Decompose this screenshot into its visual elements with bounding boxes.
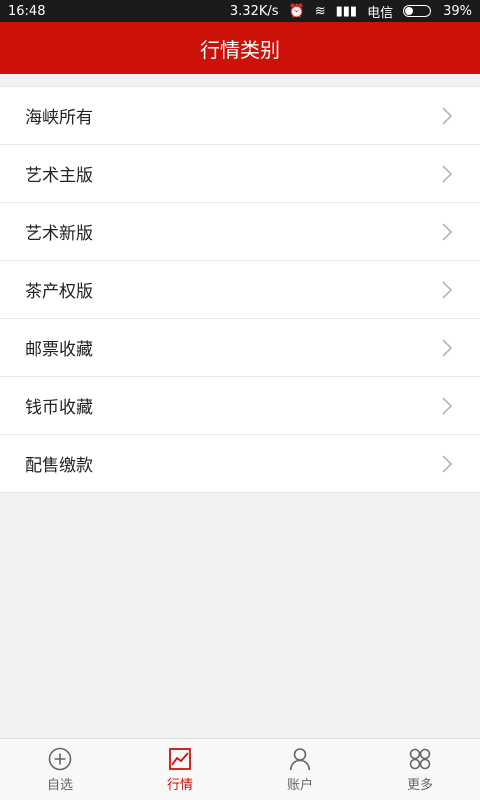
list-item-label: 艺术新版 (25, 224, 93, 244)
wifi-icon: ≋ (314, 3, 326, 19)
chevron-right-icon (442, 106, 453, 125)
tab-watchlist[interactable]: 自选 (0, 739, 120, 800)
chevron-right-icon (442, 164, 453, 183)
status-battery: 39% (443, 3, 472, 19)
chevron-right-icon (442, 338, 453, 357)
tab-more[interactable]: 更多 (360, 739, 480, 800)
grid-icon (409, 748, 431, 770)
tab-bar: 自选 行情 账户 更多 (0, 738, 480, 800)
list-item-label: 茶产权版 (25, 282, 93, 302)
tab-label: 行情 (166, 778, 193, 793)
nav-bar: 行情类别 (0, 22, 480, 74)
list-item[interactable]: 艺术主版 (0, 145, 480, 203)
alarm-icon: ⏰ (288, 3, 305, 19)
tab-label: 更多 (406, 778, 433, 793)
list-item[interactable]: 邮票收藏 (0, 319, 480, 377)
chevron-right-icon (442, 222, 453, 241)
status-bar: 16:48 3.32K/s ⏰ ≋ ▮▮▮ 电信 39% (0, 0, 480, 22)
page-title: 行情类别 (200, 37, 280, 62)
list-item-label: 邮票收藏 (25, 340, 93, 360)
chevron-right-icon (442, 396, 453, 415)
status-speed: 3.32K/s (229, 3, 279, 19)
list-item-label: 艺术主版 (25, 166, 93, 186)
list-item[interactable]: 配售缴款 (0, 435, 480, 493)
list-item-label: 配售缴款 (25, 456, 93, 476)
chevron-right-icon (442, 454, 453, 473)
category-list: 海峡所有 艺术主版 艺术新版 茶产权版 邮票收藏 钱币收藏 配售缴款 (0, 86, 480, 493)
status-carrier: 电信 (367, 5, 394, 21)
battery-icon (403, 5, 432, 17)
tab-market[interactable]: 行情 (120, 739, 240, 800)
user-icon (289, 748, 311, 771)
list-item[interactable]: 海峡所有 (0, 87, 480, 145)
tab-account[interactable]: 账户 (240, 739, 360, 800)
status-time: 16:48 (8, 3, 46, 19)
tab-label: 账户 (286, 778, 313, 793)
signal-icon: ▮▮▮ (335, 3, 358, 19)
list-item-label: 钱币收藏 (25, 398, 93, 418)
list-item[interactable]: 茶产权版 (0, 261, 480, 319)
list-item-label: 海峡所有 (25, 108, 93, 128)
plus-circle-icon (48, 747, 72, 771)
chevron-right-icon (442, 280, 453, 299)
list-item[interactable]: 钱币收藏 (0, 377, 480, 435)
list-item[interactable]: 艺术新版 (0, 203, 480, 261)
tab-label: 自选 (46, 778, 73, 793)
chart-icon (169, 748, 191, 770)
